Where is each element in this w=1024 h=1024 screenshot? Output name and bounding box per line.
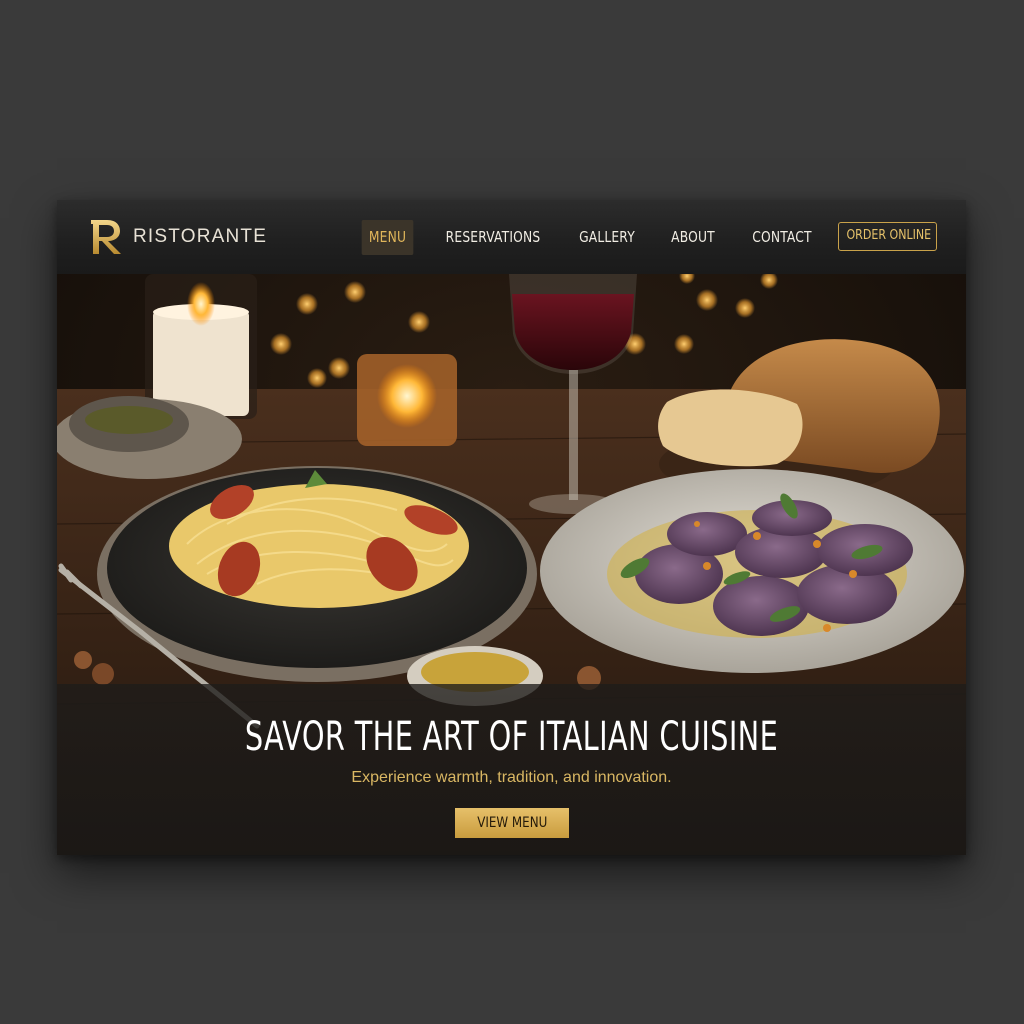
brand-name: RISTORANTE xyxy=(133,226,268,247)
website-frame: RISTORANTE MENU RESERVATIONS GALLERY ABO… xyxy=(57,200,966,855)
brand-logo[interactable]: RISTORANTE xyxy=(87,216,267,258)
nav-gallery[interactable]: GALLERY xyxy=(577,220,636,255)
view-menu-label: VIEW MENU xyxy=(476,815,548,831)
top-navigation: RISTORANTE MENU RESERVATIONS GALLERY ABO… xyxy=(57,200,966,275)
nav-contact[interactable]: CONTACT xyxy=(752,220,813,255)
hero-headline: SAVOR THE ART OF ITALIAN CUISINE xyxy=(244,714,779,760)
nav-about[interactable]: ABOUT xyxy=(668,220,717,255)
hero-subline: Experience warmth, tradition, and innova… xyxy=(351,769,672,786)
order-online-label: ORDER ONLINE xyxy=(846,228,932,243)
nav-reservations[interactable]: RESERVATIONS xyxy=(445,220,540,255)
candle xyxy=(145,274,257,419)
hero-caption-panel: SAVOR THE ART OF ITALIAN CUISINE Experie… xyxy=(57,684,966,855)
view-menu-button[interactable]: VIEW MENU xyxy=(455,808,569,838)
ravioli-plate xyxy=(540,469,964,673)
logo-r-icon xyxy=(89,220,121,255)
hero-section: SAVOR THE ART OF ITALIAN CUISINE Experie… xyxy=(57,274,966,855)
order-online-button[interactable]: ORDER ONLINE xyxy=(838,222,937,251)
nav-menu[interactable]: MENU xyxy=(361,220,414,255)
votive xyxy=(357,354,457,446)
